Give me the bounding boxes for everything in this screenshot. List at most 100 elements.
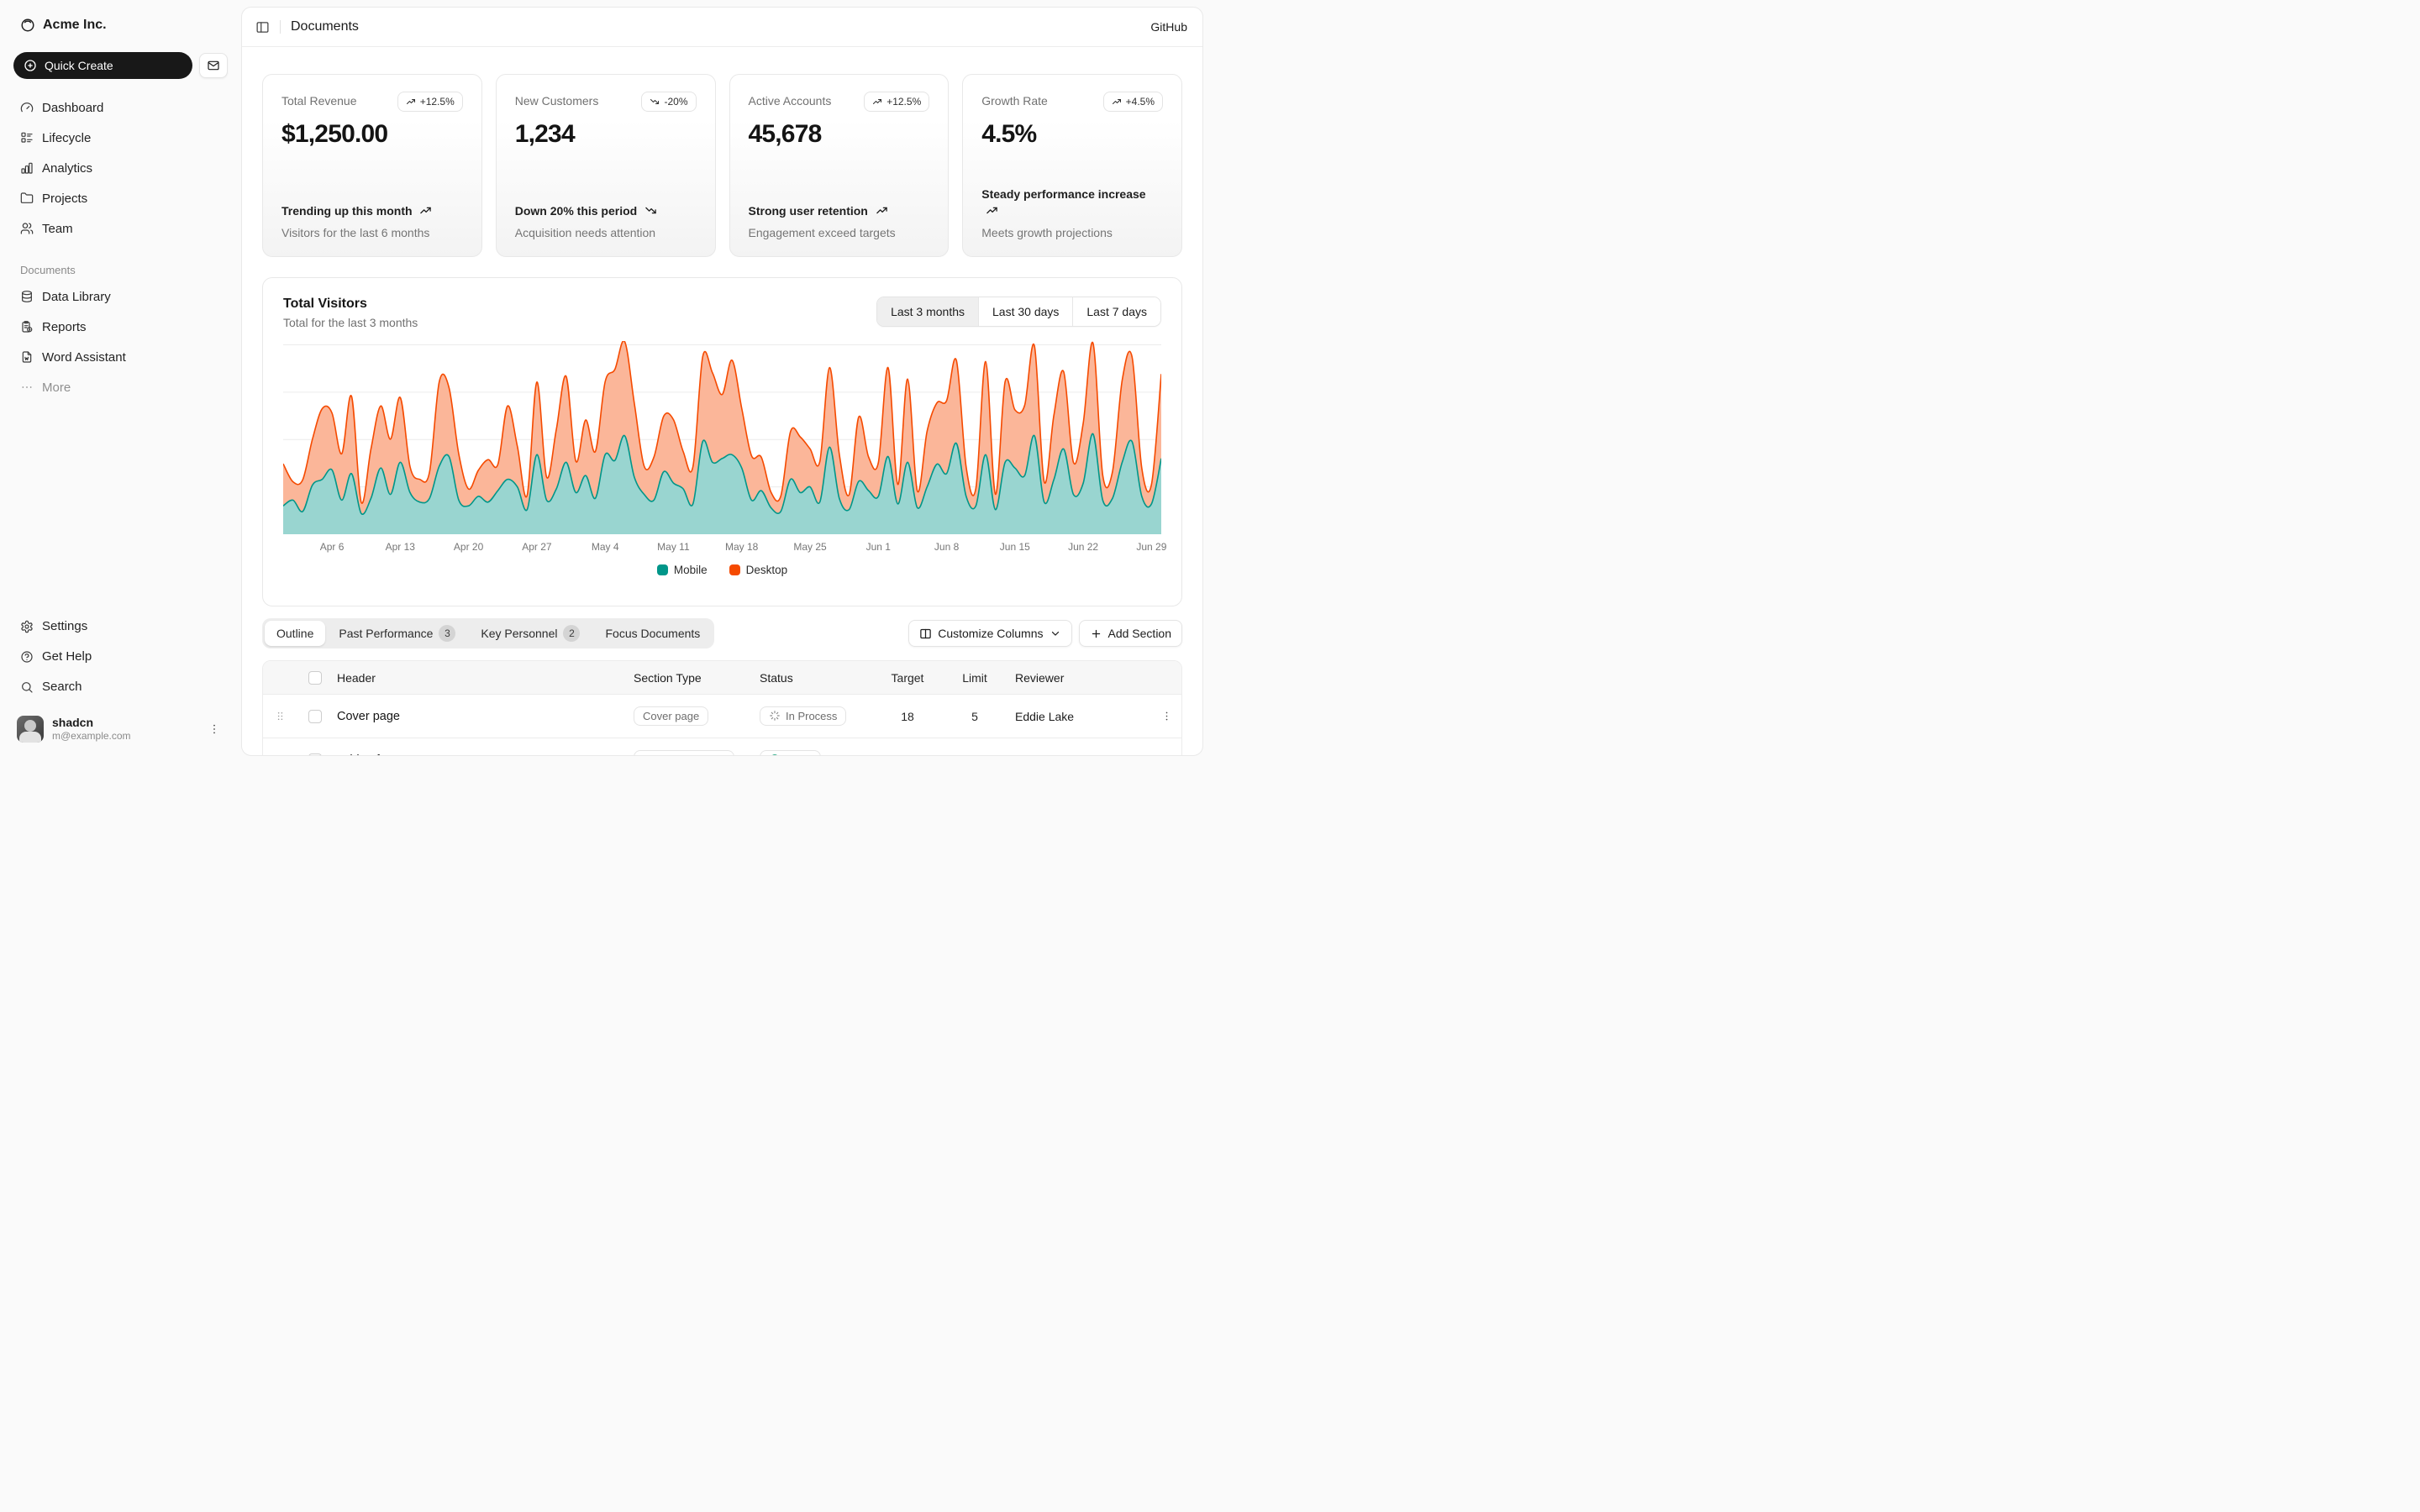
trend-badge: +4.5% bbox=[1103, 92, 1163, 112]
col-status: Status bbox=[756, 671, 874, 685]
area-chart: Apr 6Apr 13Apr 20Apr 27May 4May 11May 18… bbox=[283, 341, 1161, 556]
legend-mobile: Mobile bbox=[657, 564, 708, 576]
columns-icon bbox=[919, 627, 932, 640]
org-switcher[interactable]: Acme Inc. bbox=[13, 12, 228, 39]
company-name: Acme Inc. bbox=[43, 18, 107, 33]
row-target[interactable]: 18 bbox=[874, 710, 941, 723]
sidebar-item-analytics[interactable]: Analytics bbox=[13, 155, 228, 181]
select-all-checkbox[interactable] bbox=[308, 671, 322, 685]
user-menu[interactable]: shadcn m@example.com bbox=[13, 712, 228, 747]
customize-columns-button[interactable]: Customize Columns bbox=[908, 620, 1071, 647]
tab-outline[interactable]: Outline bbox=[265, 621, 325, 646]
tab-key-personnel[interactable]: Key Personnel2 bbox=[469, 621, 592, 646]
x-tick: May 18 bbox=[725, 541, 758, 553]
loader-icon bbox=[769, 710, 781, 722]
x-axis-ticks: Apr 6Apr 13Apr 20Apr 27May 4May 11May 18… bbox=[283, 541, 1161, 556]
row-checkbox[interactable] bbox=[308, 710, 322, 723]
trend-down-icon bbox=[650, 97, 660, 107]
tab-past-performance[interactable]: Past Performance3 bbox=[327, 621, 467, 646]
row-actions-button[interactable] bbox=[1157, 706, 1176, 726]
x-tick: May 4 bbox=[592, 541, 619, 553]
trend-up-icon bbox=[406, 97, 416, 107]
logo-icon bbox=[20, 18, 35, 33]
stat-label: Growth Rate bbox=[981, 92, 1048, 108]
inbox-button[interactable] bbox=[199, 53, 228, 78]
quick-create-button[interactable]: Quick Create bbox=[13, 52, 192, 79]
trend-badge: +12.5% bbox=[397, 92, 463, 112]
ellipsis-v-icon bbox=[1160, 710, 1173, 722]
col-header: Header bbox=[334, 671, 630, 685]
section-type-badge: Cover page bbox=[634, 706, 708, 726]
sidebar-item-label: Word Assistant bbox=[42, 350, 126, 365]
row-limit[interactable]: 5 bbox=[941, 710, 1008, 723]
row-header[interactable]: Cover page bbox=[334, 710, 630, 723]
drag-handle[interactable] bbox=[274, 753, 287, 756]
report-icon bbox=[20, 320, 34, 333]
sidebar-item-projects[interactable]: Projects bbox=[13, 185, 228, 212]
x-tick: May 25 bbox=[793, 541, 826, 553]
stat-value: 1,234 bbox=[515, 120, 697, 149]
chart-subtitle: Total for the last 3 months bbox=[283, 316, 418, 329]
github-link[interactable]: GitHub bbox=[1150, 20, 1187, 34]
drag-handle[interactable] bbox=[274, 710, 287, 722]
search-icon bbox=[20, 680, 34, 694]
tab-focus-documents[interactable]: Focus Documents bbox=[593, 621, 712, 646]
sidebar-item-label: Team bbox=[42, 222, 73, 236]
x-tick: Apr 13 bbox=[386, 541, 415, 553]
sidebar-item-settings[interactable]: Settings bbox=[13, 613, 228, 640]
row-checkbox[interactable] bbox=[308, 753, 322, 757]
x-tick: May 11 bbox=[657, 541, 689, 553]
sidebar-toggle-button[interactable] bbox=[252, 17, 273, 38]
range-last-30-days[interactable]: Last 30 days bbox=[978, 297, 1072, 326]
circle-plus-icon bbox=[24, 59, 37, 72]
tab-count-badge: 3 bbox=[439, 625, 455, 642]
sidebar-item-label: Get Help bbox=[42, 649, 92, 664]
stat-footer-sub: Meets growth projections bbox=[981, 224, 1163, 241]
sidebar-item-word-assistant[interactable]: Word Assistant bbox=[13, 344, 228, 370]
row-reviewer[interactable]: Eddie Lake bbox=[1008, 753, 1151, 757]
sidebar-item-data-library[interactable]: Data Library bbox=[13, 283, 228, 310]
col-target: Target bbox=[874, 671, 941, 685]
stat-card-new-customers: New Customers -20% 1,234 Down 20% this p… bbox=[496, 74, 716, 257]
stat-footer-sub: Acquisition needs attention bbox=[515, 224, 697, 241]
sidebar-nav-main: Dashboard Lifecycle Analytics Projects Team bbox=[13, 94, 228, 242]
table-body: Cover page Cover page In Process 18 5 Ed… bbox=[263, 695, 1181, 756]
add-section-button[interactable]: Add Section bbox=[1079, 620, 1183, 647]
grip-icon bbox=[274, 710, 287, 722]
circle-plus-icon bbox=[24, 59, 37, 72]
sidebar-item-lifecycle[interactable]: Lifecycle bbox=[13, 124, 228, 151]
stat-value: 4.5% bbox=[981, 120, 1163, 149]
trend-badge: -20% bbox=[641, 92, 696, 112]
stat-footer-title: Steady performance increase bbox=[981, 186, 1163, 220]
sidebar-item-team[interactable]: Team bbox=[13, 215, 228, 242]
ellipsis-v-icon bbox=[1160, 753, 1173, 756]
main-panel: Documents GitHub Total Revenue +12.5% $1… bbox=[241, 7, 1203, 756]
range-last-3-months[interactable]: Last 3 months bbox=[877, 297, 978, 326]
sidebar: Acme Inc. Quick Create Dashboard Lifecycl… bbox=[0, 0, 241, 756]
row-actions-button[interactable] bbox=[1157, 750, 1176, 756]
row-reviewer[interactable]: Eddie Lake bbox=[1008, 710, 1151, 723]
stat-card-active-accounts: Active Accounts +12.5% 45,678 Strong use… bbox=[729, 74, 950, 257]
panel-header: Documents GitHub bbox=[242, 8, 1202, 47]
user-menu-button[interactable] bbox=[204, 719, 224, 739]
sidebar-item-more[interactable]: More bbox=[13, 374, 228, 401]
sidebar-item-label: Settings bbox=[42, 619, 87, 633]
sidebar-item-dashboard[interactable]: Dashboard bbox=[13, 94, 228, 121]
status-badge: Done bbox=[760, 750, 821, 756]
sidebar-item-get-help[interactable]: Get Help bbox=[13, 643, 228, 670]
row-header[interactable]: Table of contents bbox=[334, 753, 630, 757]
trend-up-icon bbox=[876, 204, 888, 217]
row-limit[interactable]: 24 bbox=[941, 753, 1008, 757]
avatar bbox=[17, 716, 44, 743]
row-target[interactable]: 29 bbox=[874, 753, 941, 757]
sidebar-item-reports[interactable]: Reports bbox=[13, 313, 228, 340]
database-icon bbox=[20, 290, 34, 303]
sidebar-item-search[interactable]: Search bbox=[13, 674, 228, 701]
stat-footer-title: Trending up this month bbox=[281, 202, 463, 219]
table-header-row: Header Section Type Status Target Limit … bbox=[263, 661, 1181, 695]
range-last-7-days[interactable]: Last 7 days bbox=[1072, 297, 1160, 326]
x-tick: Jun 1 bbox=[866, 541, 891, 553]
range-toggle-group: Last 3 monthsLast 30 daysLast 7 days bbox=[876, 297, 1161, 327]
trend-up-icon bbox=[419, 204, 432, 217]
sidebar-item-label: Analytics bbox=[42, 161, 92, 176]
